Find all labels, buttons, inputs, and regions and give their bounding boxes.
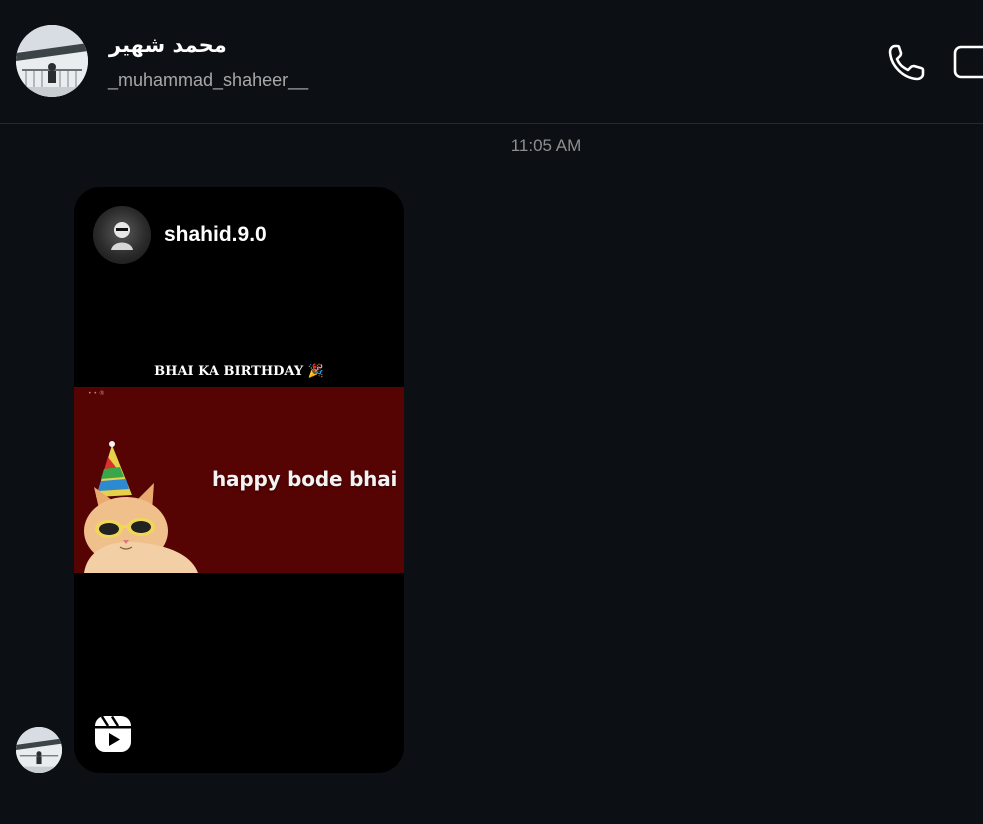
reel-thumbnail[interactable]: • • ® happy bode bhai: [74, 387, 404, 573]
phone-icon[interactable]: [886, 42, 928, 82]
contact-avatar[interactable]: [16, 25, 88, 97]
sender-avatar[interactable]: [16, 727, 62, 773]
contact-username[interactable]: _muhammad_shaheer__: [108, 70, 308, 91]
reel-author-avatar[interactable]: [93, 206, 151, 264]
message-timestamp: 11:05 AM: [510, 136, 582, 155]
thumbnail-text: happy bode bhai: [212, 467, 398, 491]
thumbnail-watermark: • • ®: [88, 390, 105, 397]
shared-reel-card[interactable]: shahid.9.0 BHAI KA BIRTHDAY 🎉 • • ® happ…: [74, 187, 404, 773]
party-cat-image: [84, 441, 198, 573]
reels-icon: [95, 715, 131, 752]
contact-name[interactable]: محمد شهیر: [109, 33, 227, 57]
reel-caption: BHAI KA BIRTHDAY 🎉: [154, 364, 324, 379]
reel-author-name[interactable]: shahid.9.0: [164, 223, 267, 247]
video-call-icon[interactable]: [952, 44, 983, 80]
chat-header: محمد شهیر _muhammad_shaheer__: [0, 0, 983, 124]
